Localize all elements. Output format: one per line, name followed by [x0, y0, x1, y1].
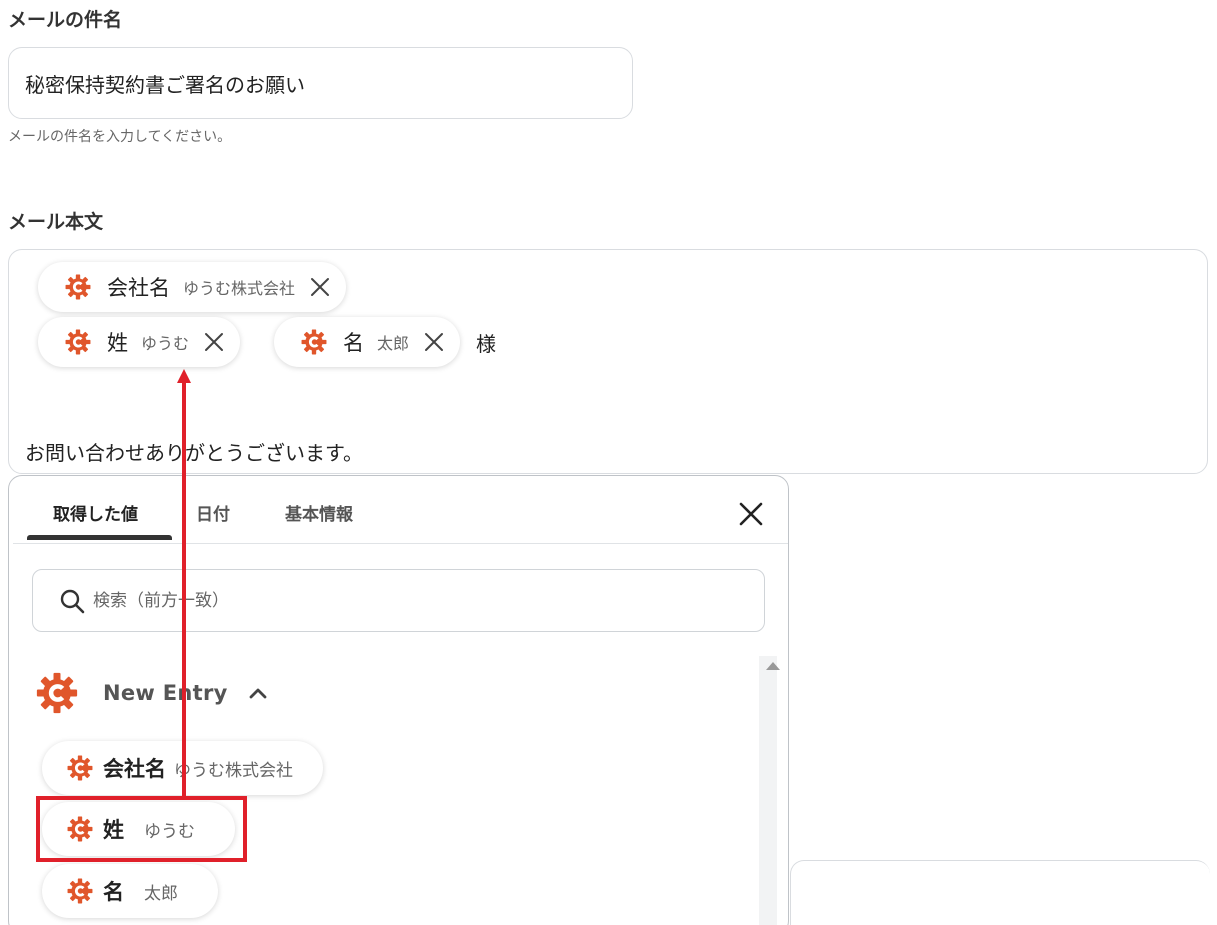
gear-logo-icon: [67, 755, 93, 781]
annotation-arrow-head: [177, 369, 191, 383]
variable-chip-last-name[interactable]: 姓 ゆうむ: [38, 317, 241, 367]
body-text-line: お問い合わせありがとうございます。: [25, 441, 363, 465]
close-icon[interactable]: [309, 276, 331, 298]
picker-item-name: 会社名: [103, 757, 166, 781]
chip-value: 太郎: [377, 334, 410, 353]
gear-logo-icon: [65, 329, 91, 355]
variable-chip-first-name[interactable]: 名 太郎: [274, 317, 461, 367]
tab-divider: [13, 543, 788, 544]
subject-label: メールの件名: [8, 9, 123, 31]
gear-logo-icon: [67, 878, 93, 904]
honorific-text: 様: [476, 332, 496, 356]
search-icon: [60, 589, 85, 613]
group-header-new-entry[interactable]: New Entry: [36, 672, 268, 714]
annotation-arrow-line: [182, 382, 186, 796]
gear-logo-icon: [65, 274, 91, 300]
picker-item-name: 名: [103, 880, 124, 904]
gear-logo-icon: [36, 672, 78, 714]
next-field-box[interactable]: [790, 860, 1210, 925]
tab-date[interactable]: 日付: [196, 500, 230, 525]
subject-value: 秘密保持契約書ご署名のお願い: [25, 72, 305, 97]
variable-chip-company[interactable]: 会社名 ゆうむ株式会社: [38, 262, 347, 312]
search-box[interactable]: [32, 569, 765, 632]
chip-name: 会社名: [107, 276, 170, 300]
body-label: メール本文: [8, 211, 104, 233]
picker-item-first-name[interactable]: 名 太郎: [42, 864, 218, 918]
active-tab-indicator: [27, 535, 172, 540]
group-title: New Entry: [103, 681, 228, 705]
scroll-up-arrow[interactable]: [766, 662, 780, 670]
tab-acquired-values[interactable]: 取得した値: [53, 500, 138, 525]
subject-input[interactable]: 秘密保持契約書ご署名のお願い: [8, 47, 633, 119]
annotation-highlight-box: [36, 796, 247, 862]
close-icon[interactable]: [203, 331, 225, 353]
tab-basic-info[interactable]: 基本情報: [285, 500, 353, 525]
chip-name: 名: [343, 331, 364, 355]
close-icon[interactable]: [423, 331, 445, 353]
close-icon[interactable]: [735, 498, 767, 530]
chip-name: 姓: [107, 331, 128, 355]
scrollbar[interactable]: [759, 656, 777, 925]
chevron-up-icon[interactable]: [248, 686, 268, 700]
chip-value: ゆうむ株式会社: [183, 279, 296, 298]
subject-help-text: メールの件名を入力してください。: [8, 129, 232, 145]
chip-value: ゆうむ: [141, 334, 190, 353]
picker-item-value: ゆうむ株式会社: [174, 760, 293, 781]
picker-item-value: 太郎: [144, 883, 178, 904]
gear-logo-icon: [301, 329, 327, 355]
